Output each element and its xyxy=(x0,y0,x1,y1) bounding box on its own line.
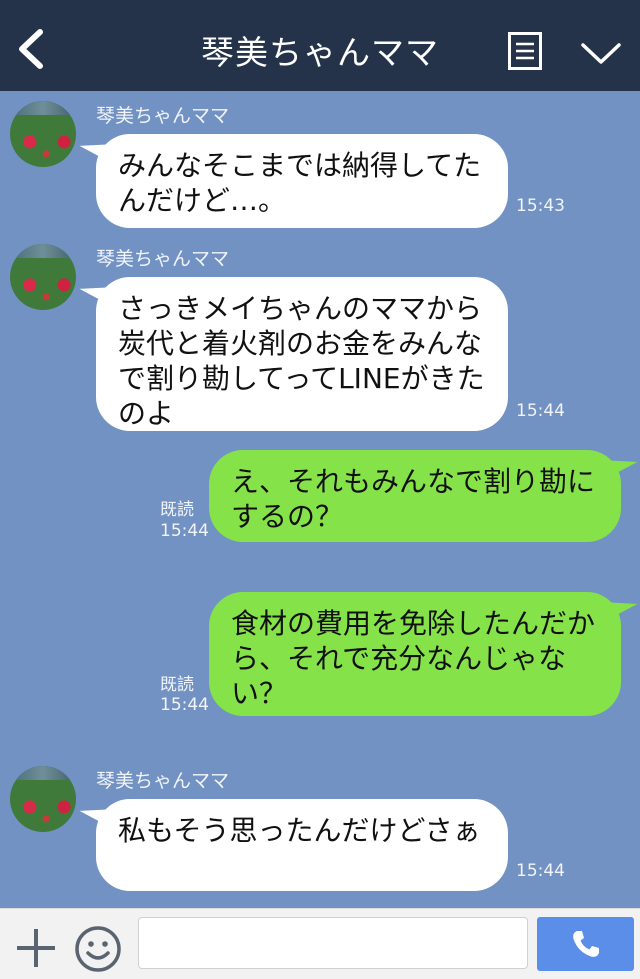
message-input[interactable] xyxy=(138,917,528,969)
chevron-down-icon[interactable] xyxy=(580,42,622,66)
menu-icon[interactable] xyxy=(508,32,542,70)
message-time: 15:44 xyxy=(516,401,565,421)
message-bubble-incoming[interactable]: さっきメイちゃんのママから炭代と着火剤のお金をみんなで割り勘してってLINEがき… xyxy=(96,277,508,431)
emoji-icon[interactable] xyxy=(74,925,122,973)
avatar[interactable] xyxy=(10,101,76,167)
read-receipt: 既読 xyxy=(160,500,194,520)
avatar[interactable] xyxy=(10,244,76,310)
phone-icon xyxy=(573,931,599,957)
message-time: 15:44 xyxy=(516,861,565,881)
message-bubble-outgoing[interactable]: 食材の費用を免除したんだから、それで充分なんじゃない？ xyxy=(209,592,621,716)
plus-icon[interactable] xyxy=(14,926,58,970)
sender-name: 琴美ちゃんママ xyxy=(96,770,230,792)
sender-name: 琴美ちゃんママ xyxy=(96,248,230,270)
call-button[interactable] xyxy=(537,917,634,971)
sender-name: 琴美ちゃんママ xyxy=(96,105,230,127)
chat-title: 琴美ちゃんママ xyxy=(201,33,439,72)
message-time: 15:43 xyxy=(516,196,565,216)
message-time: 15:44 xyxy=(160,521,209,541)
message-bubble-outgoing[interactable]: え、それもみんなで割り勘にするの？ xyxy=(209,450,621,542)
chat-header: 琴美ちゃんママ xyxy=(0,0,640,91)
message-bubble-incoming[interactable]: みんなそこまでは納得してたんだけど…。 xyxy=(96,134,508,228)
message-bubble-incoming[interactable]: 私もそう思ったんだけどさぁ xyxy=(96,799,508,891)
message-composer xyxy=(0,908,640,979)
avatar[interactable] xyxy=(10,766,76,832)
message-time: 15:44 xyxy=(160,695,209,715)
read-receipt: 既読 xyxy=(160,675,194,695)
